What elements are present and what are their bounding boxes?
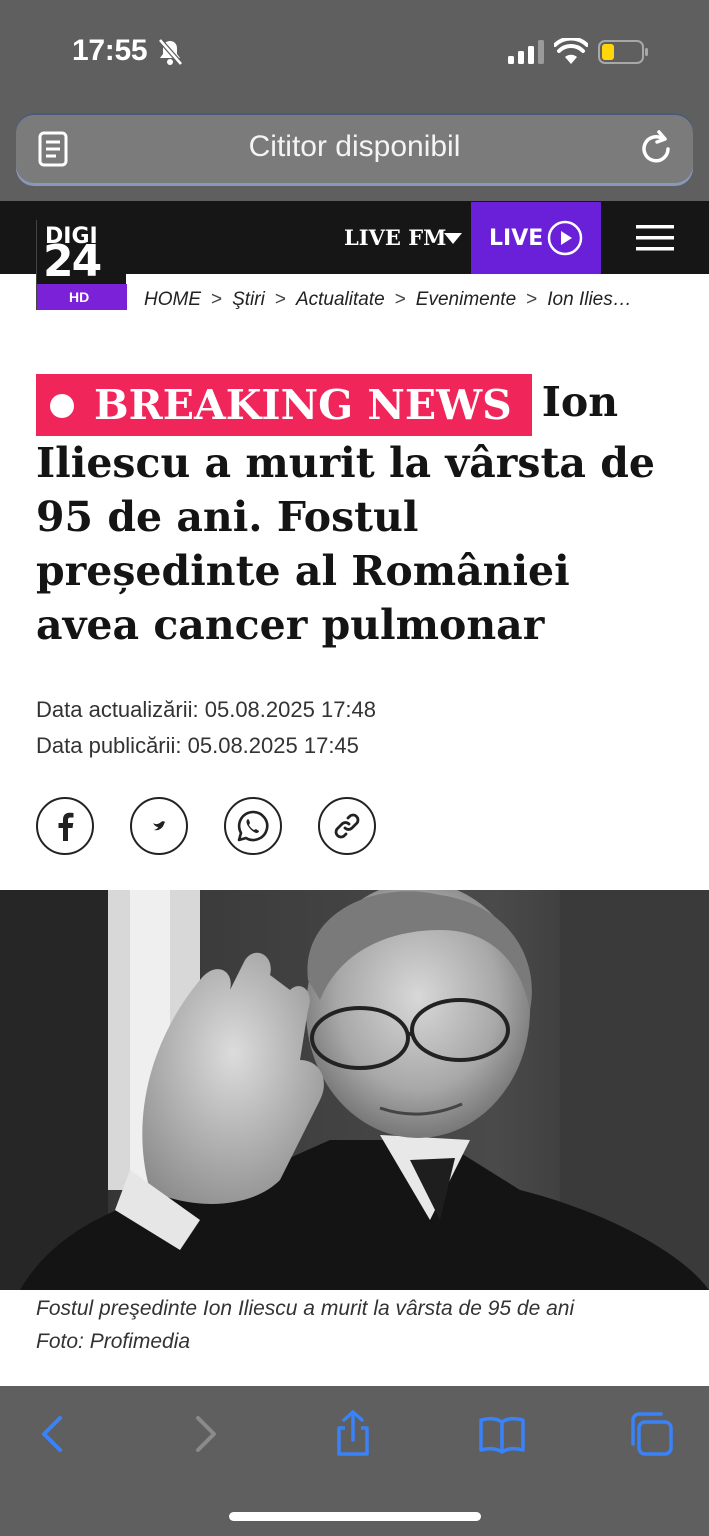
- share-icon[interactable]: [329, 1410, 377, 1458]
- url-bar-text[interactable]: Cititor disponibil: [16, 130, 693, 164]
- caption-credit: Foto: Profimedia: [36, 1330, 191, 1353]
- hamburger-menu-icon[interactable]: [636, 224, 674, 252]
- breadcrumb-item[interactable]: HOME: [144, 289, 201, 310]
- status-time: 17:55: [72, 34, 148, 67]
- breadcrumb-item[interactable]: Evenimente: [416, 289, 516, 310]
- copy-link-button[interactable]: [318, 797, 376, 855]
- article-photo: [0, 890, 709, 1290]
- breadcrumb-separator: >: [211, 289, 223, 310]
- badge-dot: [50, 394, 74, 418]
- twitter-share-button[interactable]: [130, 797, 188, 855]
- photo-illustration: [0, 890, 709, 1290]
- photo-caption: Fostul preşedinte Ion Iliescu a murit la…: [36, 1292, 574, 1358]
- article-page: HOME > Ştiri > Actualitate > Evenimente > Ion Il…: [0, 274, 709, 1386]
- play-icon: [547, 220, 583, 256]
- breadcrumb-item[interactable]: Ştiri: [232, 289, 265, 310]
- tabs-icon[interactable]: [627, 1410, 675, 1458]
- safari-toolbar: [0, 1386, 709, 1536]
- breadcrumb: HOME > Ştiri > Actualitate > Evenimente > Ion Il…: [144, 289, 632, 311]
- updated-date: Data actualizării: 05.08.2025 17:48: [36, 697, 377, 722]
- live-label: LIVE: [489, 226, 544, 251]
- bookmarks-icon[interactable]: [478, 1410, 526, 1458]
- safari-url-bar[interactable]: Cititor disponibil: [16, 113, 693, 183]
- breadcrumb-separator: >: [274, 289, 286, 310]
- logo-text-hd: HD: [37, 284, 127, 310]
- cellular-signal-icon: [508, 40, 544, 64]
- published-date: Data publicării: 05.08.2025 17:45: [36, 733, 359, 758]
- twitter-icon: [153, 821, 165, 831]
- reload-icon[interactable]: [639, 129, 675, 167]
- battery-icon: [598, 40, 648, 64]
- link-icon: [334, 813, 360, 839]
- silent-mode-icon: [158, 38, 183, 66]
- breaking-news-badge: BREAKING NEWS: [36, 374, 532, 436]
- whatsapp-icon: [237, 810, 269, 842]
- logo-text-24: 24: [43, 236, 102, 287]
- caption-text: Fostul preşedinte Ion Iliescu a murit la…: [36, 1297, 575, 1320]
- forward-icon[interactable]: [182, 1410, 230, 1458]
- wifi-icon: [554, 38, 588, 64]
- breadcrumb-item[interactable]: Ion Ilies…: [547, 289, 631, 310]
- back-icon[interactable]: [28, 1410, 76, 1458]
- live-button[interactable]: LIVE: [471, 202, 601, 274]
- digi24-logo[interactable]: DIGI 24 HD: [36, 220, 127, 310]
- breadcrumb-item[interactable]: Actualitate: [296, 289, 385, 310]
- chevron-down-icon[interactable]: [444, 233, 462, 244]
- breadcrumb-separator: >: [526, 289, 538, 310]
- live-fm-button[interactable]: LIVE FM: [344, 225, 446, 250]
- facebook-icon: [58, 812, 74, 841]
- home-indicator[interactable]: [229, 1512, 481, 1521]
- breadcrumb-separator: >: [394, 289, 406, 310]
- status-bar: 17:55: [0, 0, 709, 100]
- whatsapp-share-button[interactable]: [224, 797, 282, 855]
- facebook-share-button[interactable]: [36, 797, 94, 855]
- breaking-news-label: BREAKING NEWS: [94, 381, 512, 429]
- article-dates: Data actualizării: 05.08.2025 17:48 Data…: [36, 692, 376, 764]
- article-headline: BREAKING NEWS Ion Iliescu a murit la vârs…: [36, 374, 676, 652]
